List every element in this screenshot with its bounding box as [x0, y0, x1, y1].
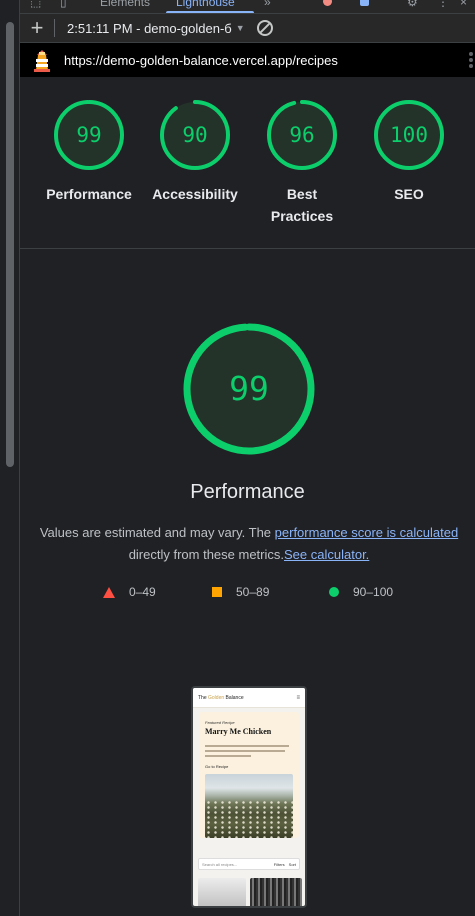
thumb-field-image: [205, 774, 293, 838]
score-calculated-link[interactable]: performance score is calculated: [275, 525, 459, 540]
thumb-featured-card: Featured Recipe Marry Me Chicken Go to R…: [199, 712, 299, 838]
final-screenshot-thumbnail[interactable]: The Golden Balance ≡ Featured Recipe Mar…: [191, 686, 307, 908]
performance-title: Performance: [190, 481, 305, 503]
thumb-search: Search all recipes... Filters Sort: [198, 858, 300, 870]
legend-pass: 90–100: [329, 585, 393, 599]
more-tabs-icon[interactable]: »: [264, 0, 271, 9]
gauge-value: 100: [390, 123, 428, 147]
performance-description: Values are estimated and may vary. The p…: [34, 522, 464, 566]
gauge-label: Accessibility: [152, 186, 238, 202]
circle-icon: [329, 587, 339, 597]
new-report-button[interactable]: +: [20, 17, 54, 39]
thumb-featured-label: Featured Recipe: [205, 720, 235, 725]
error-count-icon[interactable]: [323, 0, 332, 6]
device-toggle-icon[interactable]: ▯: [60, 0, 67, 9]
desc-text: Values are estimated and may vary. The: [39, 525, 275, 540]
tab-elements[interactable]: Elements: [100, 0, 150, 9]
report-url-bar: https://demo-golden-balance.vercel.app/r…: [20, 43, 475, 77]
desc-text: directly from these metrics.: [128, 547, 285, 562]
score-summary: 99 Performance 90 Accessibility 96 Best …: [20, 77, 475, 249]
score-legend: 0–49 50–89 90–100: [20, 585, 475, 603]
gauge-label: SEO: [394, 186, 424, 202]
gauge-performance[interactable]: 99 Performance: [34, 99, 144, 205]
close-devtools-icon[interactable]: ×: [460, 0, 467, 9]
performance-gauge-large: 99: [182, 322, 316, 456]
inspect-icon[interactable]: ⬚: [30, 0, 41, 9]
gauge-accessibility[interactable]: 90 Accessibility: [140, 99, 250, 205]
thumb-recipe-button: Go to Recipe: [205, 764, 229, 769]
gauge-value: 96: [289, 123, 315, 147]
legend-range: 50–89: [236, 585, 270, 599]
tab-lighthouse[interactable]: Lighthouse: [176, 0, 235, 9]
legend-fail: 0–49: [103, 585, 156, 599]
report-select[interactable]: 2:51:11 PM - demo-golden-б: [67, 21, 232, 36]
gauge-label: Best Practices: [270, 186, 334, 224]
chevron-down-icon[interactable]: ▼: [236, 23, 245, 33]
legend-average: 50–89: [212, 585, 269, 599]
thumb-text-line: [205, 755, 251, 757]
thumb-text-line: [205, 750, 285, 752]
see-calculator-link[interactable]: See calculator.: [284, 547, 369, 562]
triangle-icon: [103, 586, 115, 598]
block-icon[interactable]: [256, 20, 273, 36]
url-menu-icon[interactable]: [469, 52, 473, 70]
thumb-brand: The Golden Balance: [198, 694, 244, 701]
thumb-menu-icon: ≡: [296, 694, 300, 701]
thumb-recipe-tile: [198, 878, 246, 906]
gauge-best-practices[interactable]: 96 Best Practices: [247, 99, 357, 227]
gauge-value: 99: [76, 123, 102, 147]
legend-range: 0–49: [129, 585, 156, 599]
devtools-tabbar: ⬚ ▯ Elements Lighthouse » ⚙ ⋮ ×: [20, 0, 475, 14]
legend-range: 90–100: [353, 585, 394, 599]
left-scrollbar[interactable]: [0, 0, 20, 916]
gauge-value: 90: [182, 123, 208, 147]
scrollbar-thumb[interactable]: [6, 22, 14, 467]
tested-url[interactable]: https://demo-golden-balance.vercel.app/r…: [64, 53, 338, 68]
more-options-icon[interactable]: ⋮: [437, 0, 449, 9]
thumb-text-line: [205, 745, 289, 747]
performance-score: 99: [229, 369, 269, 408]
thumb-recipe-tile: [250, 878, 302, 906]
issues-count-icon[interactable]: [360, 0, 369, 6]
gauge-label: Performance: [46, 186, 132, 202]
lighthouse-panel: ⬚ ▯ Elements Lighthouse » ⚙ ⋮ × + 2:51:1…: [20, 0, 475, 916]
toolbar-divider: [54, 19, 55, 37]
lighthouse-toolbar: + 2:51:11 PM - demo-golden-б ▼: [20, 14, 475, 43]
thumb-recipe-title: Marry Me Chicken: [205, 727, 272, 736]
settings-gear-icon[interactable]: ⚙: [407, 0, 418, 9]
thumb-header: The Golden Balance ≡: [193, 688, 305, 708]
lighthouse-logo-icon: [32, 48, 52, 72]
square-icon: [212, 587, 222, 597]
gauge-seo[interactable]: 100 SEO: [354, 99, 464, 205]
